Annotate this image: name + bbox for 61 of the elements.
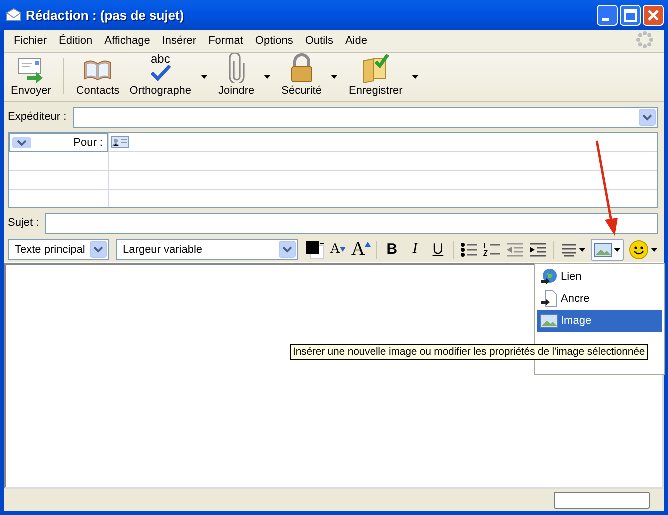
menu-item[interactable]: Options: [249, 33, 300, 49]
picture-icon: [540, 314, 558, 328]
menu-item[interactable]: Ancre: [537, 288, 662, 310]
toolbar-button[interactable]: Sécurité: [278, 57, 325, 99]
icon-text: abc: [150, 53, 170, 65]
recipient-type-dropdown[interactable]: Pour :: [9, 133, 108, 152]
padlock-icon: [288, 53, 315, 83]
field-label: Sujet :: [8, 217, 40, 229]
dropdown-caret-icon[interactable]: [264, 75, 271, 79]
envelope-icon: [6, 8, 22, 22]
minimize-button[interactable]: [597, 4, 618, 26]
numbered-list-icon[interactable]: [483, 242, 502, 258]
menu-item[interactable]: Aide: [339, 33, 374, 49]
caret-icon[interactable]: [650, 248, 658, 252]
bold-button[interactable]: B: [382, 238, 402, 260]
toolbar-button[interactable]: Envoyer: [8, 57, 54, 99]
window-title: Rédaction : (pas de sujet): [26, 8, 186, 22]
toolbar-button[interactable]: Enregistrer: [346, 57, 406, 99]
up-triangle-icon: [365, 242, 372, 246]
send-icon: [17, 57, 46, 83]
menu-item[interactable]: Lien: [537, 266, 662, 288]
checkmark-icon: [150, 65, 172, 81]
menu-item[interactable]: Insérer: [156, 33, 203, 49]
smiley-icon[interactable]: [628, 240, 649, 260]
picture-icon: [594, 242, 612, 256]
menu-item[interactable]: Image: [537, 310, 662, 332]
menu-item[interactable]: Outils: [299, 33, 340, 49]
down-triangle-icon: [340, 247, 346, 252]
paperclip-icon: [228, 53, 245, 83]
indent-icon[interactable]: [529, 242, 548, 258]
larger-text-button[interactable]: A: [351, 238, 372, 260]
field-label: Expéditeur :: [8, 111, 67, 123]
smaller-text-button[interactable]: A: [328, 238, 348, 260]
toolbar-button[interactable]: Joindre: [216, 57, 258, 99]
menu-item[interactable]: Édition: [53, 33, 99, 49]
insert-button[interactable]: [590, 238, 624, 260]
menu-item[interactable]: Fichier: [8, 33, 54, 49]
dropdown-caret-icon[interactable]: [412, 75, 419, 79]
font-dropdown[interactable]: Largeur variable: [116, 239, 298, 260]
close-button[interactable]: [643, 4, 664, 26]
dropdown-caret-icon[interactable]: [330, 75, 338, 79]
sender-dropdown[interactable]: [72, 106, 658, 128]
bulleted-list-icon[interactable]: [460, 242, 478, 258]
text-color-picker[interactable]: [305, 240, 326, 260]
align-icon[interactable]: [560, 242, 577, 256]
outdent-icon[interactable]: [506, 242, 524, 258]
toolbar-button[interactable]: Contacts: [73, 57, 123, 99]
italic-button[interactable]: I: [405, 238, 426, 260]
caret-icon[interactable]: [614, 248, 621, 252]
subject-field[interactable]: [45, 212, 658, 234]
dropdown-caret-icon[interactable]: [200, 75, 208, 79]
menu-item[interactable]: Format: [202, 33, 250, 49]
caret-icon[interactable]: [578, 248, 586, 252]
document-arrow-icon: [540, 290, 558, 308]
menu-item[interactable]: Affichage: [98, 33, 156, 49]
contact-card-icon: [111, 136, 129, 148]
folder-check-icon: [362, 53, 390, 83]
maximize-button[interactable]: [620, 4, 641, 26]
paragraph-style-dropdown[interactable]: Texte principal: [8, 239, 110, 260]
underline-button[interactable]: U: [428, 238, 448, 260]
tooltip-text: Insérer une nouvelle image ou modifier les propriétés de l'image sélectionnée: [293, 346, 646, 358]
